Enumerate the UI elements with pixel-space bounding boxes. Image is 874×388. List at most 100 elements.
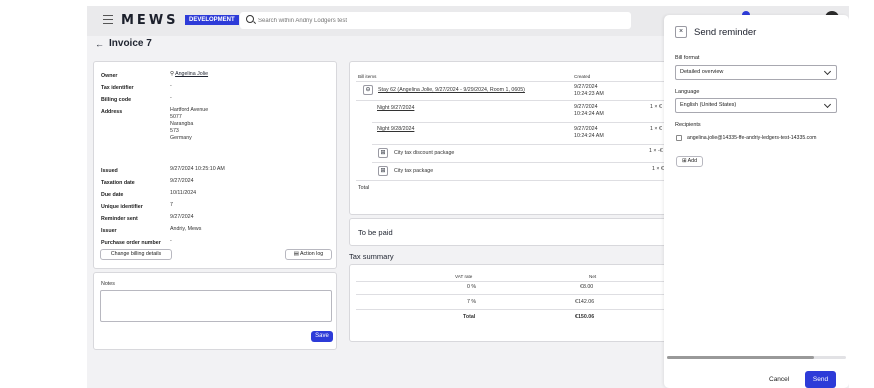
billing-code-label: Billing code bbox=[101, 97, 132, 103]
tax-total-net: €150.06 bbox=[575, 314, 595, 320]
divider bbox=[356, 309, 670, 310]
send-reminder-dialog: × Send reminder Bill format Detailed ove… bbox=[664, 15, 849, 388]
bill-item-name[interactable]: Stay 62 (Angelina Jolie, 9/27/2024 - 9/2… bbox=[378, 87, 525, 94]
tax-summary-title: Tax summary bbox=[349, 252, 394, 261]
recipients-label: Recipients bbox=[675, 122, 701, 128]
po-value: - bbox=[170, 238, 172, 244]
search-icon bbox=[246, 15, 254, 23]
logo: MEWS bbox=[121, 13, 179, 28]
reminder-label: Reminder sent bbox=[101, 216, 138, 222]
environment-badge: DEVELOPMENT bbox=[185, 15, 239, 25]
divider bbox=[372, 144, 670, 145]
issued-value: 9/27/2024 10:25:10 AM bbox=[170, 166, 225, 172]
notes-label: Notes bbox=[101, 281, 115, 287]
back-arrow-icon[interactable]: ← bbox=[95, 39, 104, 49]
notes-panel: Notes Save bbox=[93, 272, 337, 350]
unique-id-label: Unique identifier bbox=[101, 204, 143, 210]
bill-items-panel: Bill items Created ⊖ Stay 62 (Angelina J… bbox=[349, 61, 670, 215]
issued-label: Issued bbox=[101, 168, 118, 174]
bill-item-created: 10:24:24 AM bbox=[574, 133, 604, 139]
action-log-button[interactable]: ▤ Action log bbox=[285, 249, 332, 260]
save-button[interactable]: Save bbox=[311, 331, 333, 342]
tax-id-label: Tax identifier bbox=[101, 85, 134, 91]
change-billing-details-button[interactable]: Change billing details bbox=[100, 249, 172, 260]
address-line: Hartford Avenue bbox=[170, 107, 209, 113]
language-label: Language bbox=[675, 89, 700, 95]
reminder-value: 9/27/2024 bbox=[170, 214, 194, 220]
divider bbox=[356, 180, 670, 181]
search-input[interactable] bbox=[258, 14, 618, 27]
billing-code-value: - bbox=[170, 95, 172, 101]
bill-item-name: City tax discount package bbox=[394, 150, 455, 156]
tax-summary-panel: VAT rate Net 0 % €8.00 7 % €142.06 Total… bbox=[349, 264, 670, 342]
add-label: Add bbox=[687, 158, 698, 164]
bill-format-select[interactable]: Detailed overview bbox=[675, 65, 837, 80]
collapse-icon[interactable]: ⊖ bbox=[363, 85, 373, 95]
to-be-paid-label: To be paid bbox=[358, 228, 393, 237]
close-icon[interactable]: × bbox=[675, 26, 687, 38]
language-select[interactable]: English (United States) bbox=[675, 98, 837, 113]
due-date-label: Due date bbox=[101, 192, 124, 198]
bill-item-name[interactable]: Night 9/28/2024 bbox=[377, 126, 414, 133]
search-bar[interactable] bbox=[240, 12, 631, 29]
col-net: Net bbox=[589, 274, 597, 279]
menu-icon[interactable] bbox=[103, 15, 113, 25]
address-line: Germany bbox=[170, 135, 192, 141]
expand-icon[interactable]: ⊞ bbox=[378, 148, 388, 158]
horizontal-scrollbar[interactable] bbox=[667, 356, 814, 359]
unique-id-value: 7 bbox=[170, 202, 173, 208]
tax-net: €8.00 bbox=[580, 284, 594, 290]
bill-item-created: 9/27/2024 bbox=[574, 126, 598, 132]
bill-item-created: 10:24:24 AM bbox=[574, 111, 604, 117]
bill-item-created: 10:24:23 AM bbox=[574, 91, 604, 97]
invoice-details-panel: Owner ⚲ Angelina Jolie Tax identifier - … bbox=[93, 61, 337, 269]
divider bbox=[372, 122, 670, 123]
tax-total-label: Total bbox=[463, 314, 476, 320]
bill-item-created: 9/27/2024 bbox=[574, 84, 598, 90]
divider bbox=[356, 294, 670, 295]
owner-label: Owner bbox=[101, 73, 118, 79]
owner-link[interactable]: Angelina Jolie bbox=[175, 71, 208, 77]
tax-id-value: - bbox=[170, 83, 172, 89]
app-window: MEWS DEVELOPMENT ← Invoice 7 Owner ⚲ Ang… bbox=[87, 6, 849, 388]
send-button[interactable]: Send bbox=[805, 371, 836, 388]
notes-textarea[interactable] bbox=[100, 290, 332, 322]
bill-item-qty: 1 × € bbox=[650, 126, 662, 132]
bill-format-label: Bill format bbox=[675, 55, 700, 61]
page-title: Invoice 7 bbox=[109, 38, 152, 49]
address-line: 573 bbox=[170, 128, 179, 134]
bill-item-name[interactable]: Night 9/27/2024 bbox=[377, 105, 414, 112]
po-label: Purchase order number bbox=[101, 240, 161, 246]
issuer-label: Issuer bbox=[101, 228, 117, 234]
total-label: Total bbox=[358, 185, 370, 191]
action-log-label: Action log bbox=[299, 251, 324, 257]
bill-format-value: Detailed overview bbox=[680, 69, 724, 75]
bill-item-qty: 1 × € bbox=[650, 104, 662, 110]
divider bbox=[356, 281, 670, 282]
tax-rate: 0 % bbox=[467, 284, 477, 290]
owner-value[interactable]: ⚲ Angelina Jolie bbox=[170, 71, 208, 78]
taxation-date-label: Taxation date bbox=[101, 180, 135, 186]
add-recipient-button[interactable]: ⊞ Add bbox=[676, 156, 703, 167]
dialog-title: Send reminder bbox=[694, 27, 757, 38]
col-bill-items: Bill items bbox=[358, 74, 377, 79]
tax-net: €142.06 bbox=[575, 299, 595, 305]
recipient-checkbox[interactable] bbox=[676, 135, 682, 141]
taxation-date-value: 9/27/2024 bbox=[170, 178, 194, 184]
bill-item-name: City tax package bbox=[394, 168, 434, 174]
col-created: Created bbox=[574, 74, 591, 79]
address-label: Address bbox=[101, 109, 123, 115]
chevron-down-icon bbox=[823, 100, 832, 109]
to-be-paid-panel: To be paid bbox=[349, 218, 669, 246]
bill-item-qty: 1 × € bbox=[652, 166, 664, 172]
chevron-down-icon bbox=[823, 67, 832, 76]
tax-rate: 7 % bbox=[467, 299, 477, 305]
due-date-value: 10/11/2024 bbox=[170, 190, 197, 196]
cancel-button[interactable]: Cancel bbox=[769, 376, 789, 383]
divider bbox=[372, 162, 670, 163]
expand-icon[interactable]: ⊞ bbox=[378, 166, 388, 176]
address-line: 5077 bbox=[170, 114, 182, 120]
address-line: Narangba bbox=[170, 121, 194, 127]
recipient-email: angelina.jolie@14335-ffe-andriy-ledgers-… bbox=[687, 135, 817, 141]
divider bbox=[356, 81, 670, 82]
